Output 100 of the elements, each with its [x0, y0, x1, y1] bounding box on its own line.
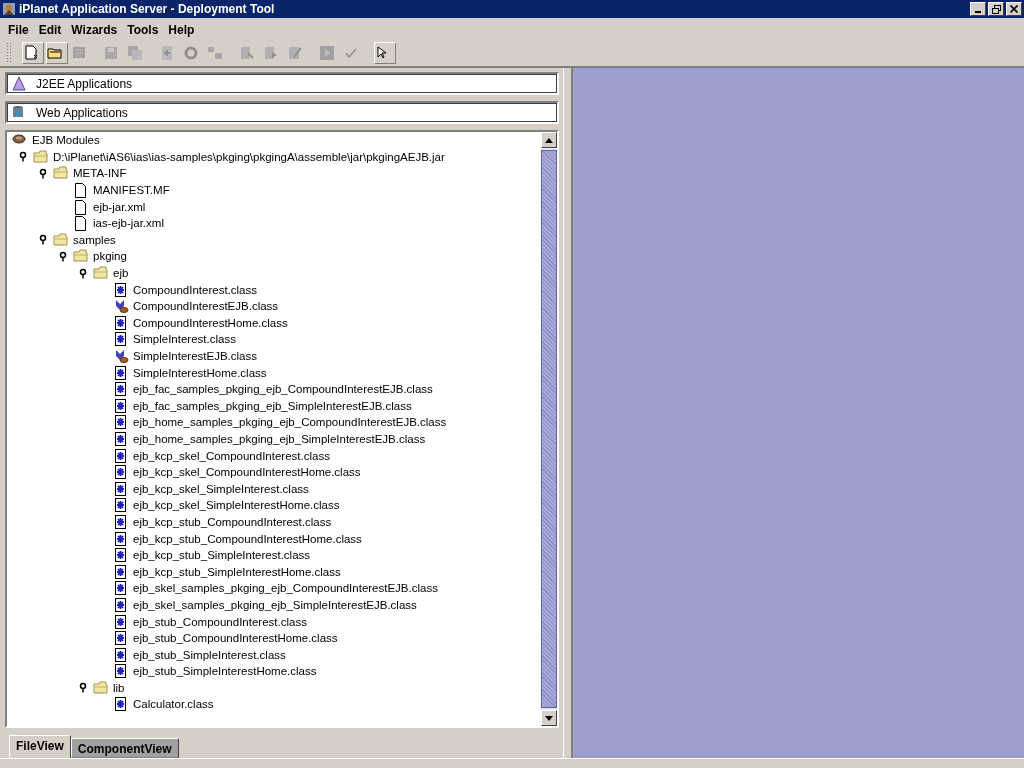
- class-file-icon: [113, 596, 129, 613]
- tree-item[interactable]: ejb-jar.xml: [93, 200, 146, 213]
- tab[interactable]: FileView: [9, 735, 71, 758]
- class-file-icon: [113, 563, 129, 580]
- up-arrow-icon: [545, 137, 553, 143]
- tree-item[interactable]: META-INF: [73, 167, 127, 180]
- play-icon: [319, 45, 335, 61]
- class-file-icon: [113, 646, 129, 663]
- tree-item[interactable]: ejb_kcp_stub_SimpleInterest.class: [133, 549, 311, 562]
- folder-icon: [93, 679, 109, 696]
- list-icon: [71, 45, 87, 61]
- class-file-icon: [113, 630, 129, 647]
- class-file-icon: [113, 547, 129, 564]
- tree-item[interactable]: ejb_home_samples_pkging_ejb_CompoundInterestEJB.class: [133, 416, 447, 429]
- tree-item[interactable]: ejb_kcp_stub_SimpleInterestHome.class: [133, 565, 341, 578]
- section-bar[interactable]: J2EE Applications: [5, 72, 559, 95]
- menu-item[interactable]: Help: [164, 21, 199, 39]
- section-label: Web Applications: [36, 105, 128, 120]
- menu-item[interactable]: Wizards: [67, 21, 122, 39]
- tree-item[interactable]: ejb_stub_CompoundInterestHome.class: [133, 632, 338, 645]
- folder-icon: [53, 231, 69, 248]
- expanded-handle-icon: [79, 682, 87, 694]
- menu-item[interactable]: File: [4, 21, 33, 39]
- add-icon: [159, 45, 175, 61]
- class-file-icon: [113, 431, 129, 447]
- tree-item[interactable]: ejb_stub_SimpleInterestHome.class: [133, 665, 317, 678]
- tree-item[interactable]: ejb_home_samples_pkging_ejb_SimpleInterestEJB.class: [133, 433, 426, 445]
- tree-item[interactable]: SimpleInterestEJB.class: [133, 350, 257, 362]
- section-bar[interactable]: Web Applications: [5, 101, 559, 124]
- section-label: J2EE Applications: [36, 76, 133, 91]
- document-icon: [73, 182, 89, 199]
- scrollbar-thumb[interactable]: [541, 150, 557, 708]
- scroll-up-button[interactable]: [541, 132, 557, 148]
- tree-item[interactable]: SimpleInterestHome.class: [133, 366, 267, 379]
- tree-item[interactable]: ias-ejb-jar.xml: [93, 217, 164, 230]
- splitter[interactable]: [563, 68, 573, 758]
- folder-icon: [73, 248, 89, 265]
- down-arrow-icon: [545, 715, 553, 721]
- app-icon: [2, 2, 16, 16]
- class-file-icon: [113, 696, 129, 713]
- tree-item[interactable]: ejb_skel_samples_pkging_ejb_CompoundInterestEJB.class: [133, 582, 438, 595]
- tree-item[interactable]: ejb_skel_samples_pkging_ejb_SimpleInterestEJB.class: [133, 598, 417, 611]
- class-file-icon: [113, 513, 129, 530]
- tree-item[interactable]: EJB Modules: [32, 134, 100, 147]
- restore-icon: [991, 4, 1001, 14]
- menu-item[interactable]: Edit: [34, 21, 66, 39]
- tree-item[interactable]: CompoundInterest.class: [133, 283, 257, 296]
- document-icon: [73, 215, 89, 232]
- tree-item[interactable]: MANIFEST.MF: [93, 184, 170, 197]
- tree-item[interactable]: ejb_kcp_stub_CompoundInterestHome.class: [133, 532, 362, 545]
- class-file-icon: [113, 314, 129, 331]
- tree-item[interactable]: ejb_stub_SimpleInterest.class: [133, 648, 286, 661]
- minimize-button[interactable]: [970, 2, 986, 16]
- expanded-handle-icon: [39, 168, 47, 179]
- pencil-icon: [287, 45, 303, 61]
- tree-item[interactable]: ejb_fac_samples_pkging_ejb_SimpleInterestEJB.class: [133, 399, 412, 412]
- tree-item[interactable]: ejb: [113, 267, 129, 280]
- expanded-handle-icon: [19, 151, 27, 163]
- tree-item[interactable]: lib: [113, 681, 125, 694]
- class-file-icon: [113, 663, 129, 680]
- class-file-icon: [113, 397, 129, 414]
- scroll-down-button[interactable]: [541, 710, 557, 726]
- folder-icon: [33, 148, 49, 165]
- refresh-icon: [183, 45, 199, 61]
- triangle-icon: [11, 75, 27, 92]
- tree-item[interactable]: ejb_fac_samples_pkging_ejb_CompoundInterestEJB.class: [133, 383, 433, 396]
- class-file-icon: [113, 331, 129, 348]
- class-file-icon: [113, 497, 129, 514]
- tree-item[interactable]: ejb_kcp_stub_CompoundInterest.class: [133, 515, 332, 528]
- disks-icon: [127, 45, 143, 61]
- tree-item[interactable]: Calculator.class: [133, 698, 214, 711]
- class-file-icon: [113, 414, 129, 431]
- tree-item[interactable]: samples: [73, 233, 116, 246]
- restore-button[interactable]: [988, 2, 1004, 16]
- tree-item[interactable]: ejb_kcp_skel_SimpleInterest.class: [133, 482, 309, 495]
- tree-item[interactable]: SimpleInterest.class: [133, 333, 236, 346]
- document-icon: [73, 198, 89, 215]
- tree-item[interactable]: CompoundInterestEJB.class: [133, 300, 279, 313]
- tree-item[interactable]: CompoundInterestHome.class: [133, 316, 288, 329]
- bean-icon: [113, 348, 129, 364]
- expanded-handle-icon: [79, 267, 87, 279]
- tree-item[interactable]: D:\iPlanet\iAS6\ias\ias-samples\pkging\pkgingA\assemble\jar\pkgingAEJB.jar: [53, 150, 445, 163]
- class-file-icon: [113, 381, 129, 398]
- class-file-icon: [113, 480, 129, 497]
- tree-item[interactable]: ejb_kcp_skel_SimpleInterestHome.class: [133, 499, 340, 512]
- new-file-icon: [23, 45, 39, 61]
- class-file-icon: [113, 447, 129, 464]
- tab[interactable]: ComponentView: [70, 738, 179, 758]
- class-file-icon: [113, 364, 129, 381]
- class-file-icon: [113, 530, 129, 547]
- class-file-icon: [113, 281, 129, 298]
- close-button[interactable]: [1006, 2, 1022, 16]
- menu-item[interactable]: Tools: [123, 21, 163, 39]
- tree-item[interactable]: ejb_kcp_skel_CompoundInterestHome.class: [133, 466, 361, 479]
- tree-item[interactable]: ejb_stub_CompoundInterest.class: [133, 615, 307, 628]
- tree-item[interactable]: pkging: [93, 250, 127, 263]
- blocks-icon: [207, 45, 223, 61]
- class-file-icon: [113, 613, 129, 630]
- tree-item[interactable]: ejb_kcp_skel_CompoundInterest.class: [133, 449, 330, 462]
- expanded-handle-icon: [59, 250, 67, 262]
